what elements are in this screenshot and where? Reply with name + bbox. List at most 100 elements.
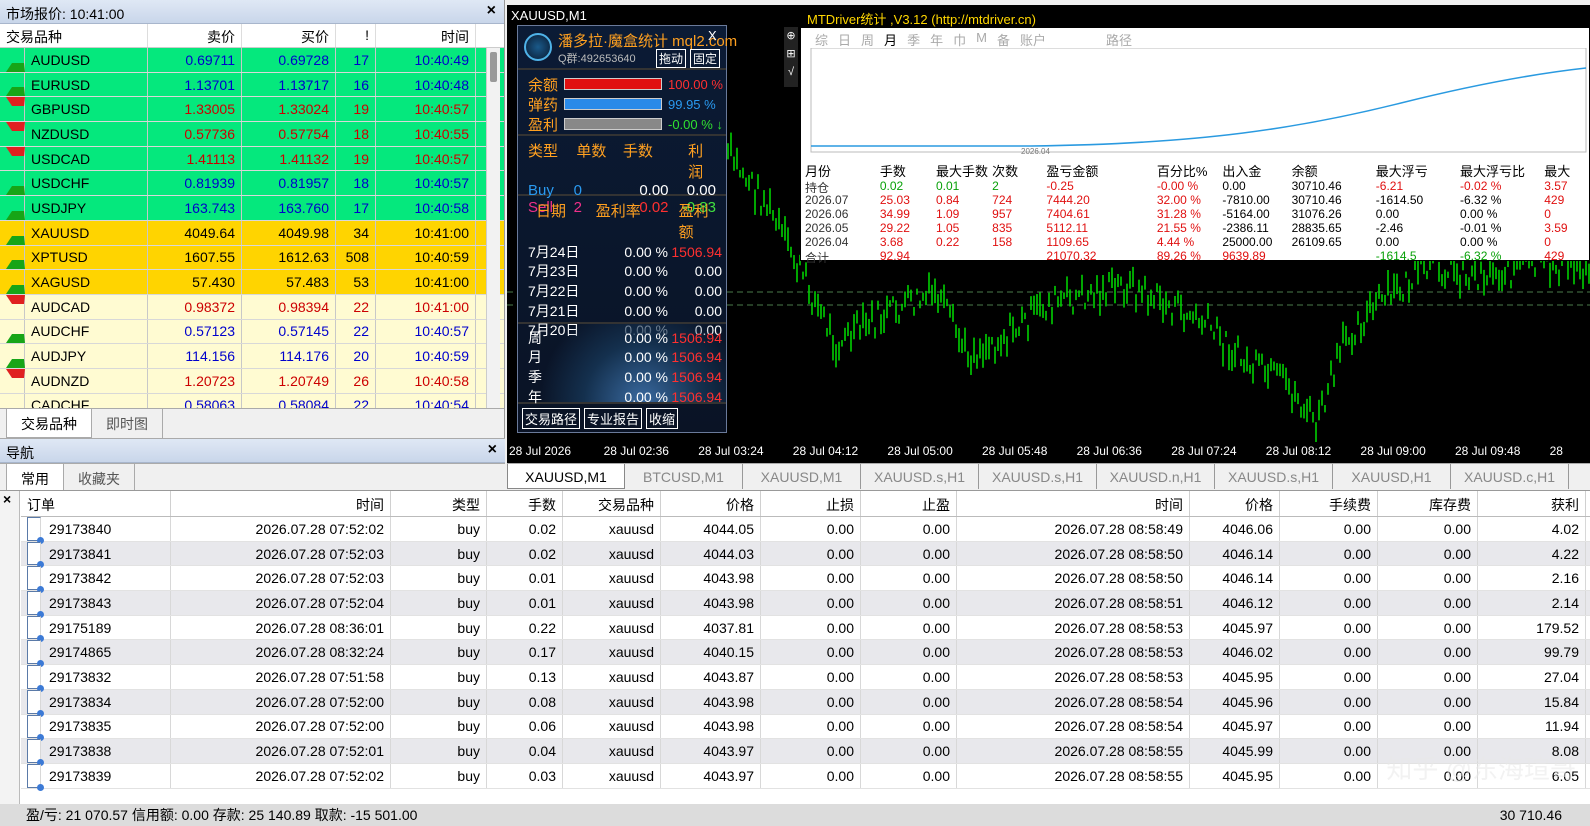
col-commission[interactable]: 手续费 [1280,491,1378,516]
col-swap[interactable]: 库存费 [1378,491,1478,516]
stats-period-tab[interactable]: 综 [815,30,828,49]
col-profit[interactable]: 获利 [1478,491,1586,516]
quote-ask: 4049.98 [242,220,336,245]
col-ask[interactable]: 买价 [242,24,336,47]
scroll-thumb[interactable] [490,52,497,82]
stats-period-tab[interactable]: 季 [907,30,920,49]
chart-tab[interactable]: XAUUSD.c,H1 [1451,464,1569,489]
col-lots[interactable]: 手数 [487,491,563,516]
chart-side-tools[interactable]: ⊕ ⊞ √ [784,27,798,87]
trade-row[interactable]: 29174865 2026.07.28 08:32:24 buy 0.17 xauusd… [21,640,1590,667]
trade-row[interactable]: 29173832 2026.07.28 07:51:58 buy 0.13 xauusd… [21,665,1590,692]
col-close-time[interactable]: 时间 [957,491,1190,516]
stats-period-tab[interactable]: 巾 [953,30,966,49]
trade-cell-text: buy [457,668,480,685]
collapse-button[interactable]: 收缩 [646,408,679,429]
chart-tab[interactable]: XAUUSD,M1 [507,464,625,489]
quote-symbol-text: XAUUSD [31,224,90,241]
trade-row[interactable]: 29175189 2026.07.28 08:36:01 buy 0.22 xauusd… [21,615,1590,643]
stats-period-tab[interactable]: 月 [884,30,897,49]
trade-row[interactable]: 29173838 2026.07.28 07:52:01 buy 0.04 xauusd… [21,739,1590,766]
col-open-price[interactable]: 价格 [661,491,761,516]
overlay-daily: 日期 盈利率 盈利额 7月24日 0.00 % 1506.94 7月23日 0.00 %… [518,196,726,338]
quote-row[interactable]: USDCHF 0.81939 0.81957 18 10:40:57 [0,171,504,197]
trade-row[interactable]: 29173841 2026.07.28 07:52:03 buy 0.02 xauusd… [21,541,1590,569]
chart-tab[interactable]: XAUUSD.n,H1 [1097,464,1215,489]
chart-tab[interactable]: XAUUSD,M1 [743,464,861,489]
drag-button[interactable]: 拖动 [656,49,687,68]
expand-icon[interactable]: ⊕ [784,27,798,45]
quote-row[interactable]: AUDCAD 0.98372 0.98394 22 10:41:00 [0,294,504,320]
quote-row[interactable]: AUDNZD 1.20723 1.20749 26 10:40:58 [0,368,504,394]
quote-row[interactable]: XPTUSD 1607.55 1612.63 508 10:40:59 [0,245,504,271]
trade-row[interactable]: 29173840 2026.07.28 07:52:02 buy 0.02 xauusd… [21,517,1590,544]
col-order[interactable]: 订单 [21,491,171,516]
overlay-buttons: 交易路径 专业报告 收缩 [518,404,726,433]
col-type[interactable]: 类型 [391,491,487,516]
quote-ask: 0.81957 [242,171,336,196]
col-bid[interactable]: 卖价 [148,24,242,47]
col-sl[interactable]: 止损 [761,491,861,516]
col-spread[interactable]: ! [336,24,376,47]
stats-period-tab[interactable]: 备 [997,30,1010,49]
stats-period-tab[interactable]: 周 [861,30,874,49]
trade-row[interactable]: 29173843 2026.07.28 07:52:04 buy 0.01 xauusd… [21,591,1590,618]
close-icon[interactable]: X [708,28,717,43]
close-icon[interactable]: × [3,491,11,507]
trade-cell: 0.00 [1378,591,1478,615]
stats-total-row: 合计 92.94 21070.32 89.26 % 9639.89 -1614.5 -6.3… [801,249,1590,263]
check-icon[interactable]: √ [784,63,798,81]
quote-row[interactable]: XAUUSD 4049.64 4049.98 34 10:41:00 [0,220,504,246]
trade-row[interactable]: 29173839 2026.07.28 07:52:02 buy 0.03 xauusd… [21,763,1590,791]
tab-common[interactable]: 常用 [6,464,64,491]
stats-period-tab[interactable]: 账户 [1020,30,1046,49]
stats-cell: 0.22 [936,235,960,249]
stats-cell: 29.22 [879,221,910,235]
tab-tick-chart[interactable]: 即时图 [92,409,163,438]
quote-row[interactable]: EURUSD 1.13701 1.13717 16 10:40:48 [0,72,504,98]
close-icon[interactable]: × [487,2,496,20]
quote-row[interactable]: AUDJPY 114.156 114.176 20 10:40:59 [0,344,504,369]
trade-row[interactable]: 29173835 2026.07.28 07:52:00 buy 0.06 xauusd… [21,714,1590,741]
trade-cell: 2026.07.28 07:52:00 [171,689,391,714]
trade-cell-text: 4045.96 [1222,693,1273,710]
quote-row[interactable]: AUDCHF 0.57123 0.57145 22 10:40:57 [0,319,504,345]
quote-row[interactable]: USDCAD 1.41113 1.41132 19 10:40:57 [0,146,504,172]
overlay-day-label: 季 [528,368,542,385]
col-open-time[interactable]: 时间 [171,491,391,516]
quote-row[interactable]: AUDUSD 0.69711 0.69728 17 10:40:49 [0,48,504,73]
col-symbol[interactable]: 交易品种 [0,24,148,47]
col-time[interactable]: 时间 [376,24,476,47]
chart-tab[interactable]: XAUUSD.s,H1 [1215,464,1333,489]
quote-row[interactable]: USDJPY 163.743 163.760 17 10:40:58 [0,196,504,221]
stats-cell: 3.57 [1544,179,1568,193]
col-close-price[interactable]: 价格 [1190,491,1280,516]
pin-button[interactable]: 固定 [690,49,721,68]
trade-row[interactable]: 29173834 2026.07.28 07:52:00 buy 0.08 xauusd… [21,689,1590,717]
tab-favorites[interactable]: 收藏夹 [64,464,135,491]
grid-icon[interactable]: ⊞ [784,45,798,63]
trade-cell: 4046.14 [1190,541,1280,566]
pro-report-button[interactable]: 专业报告 [584,408,643,429]
quote-row[interactable]: NZDUSD 0.57736 0.57754 18 10:40:55 [0,122,504,147]
col-tp[interactable]: 止盈 [861,491,957,516]
trade-cell-text: 4045.95 [1222,767,1273,784]
quote-row[interactable]: GBPUSD 1.33005 1.33024 19 10:40:57 [0,97,504,123]
col-symbol[interactable]: 交易品种 [563,491,661,516]
stats-period-tab[interactable]: 日 [838,30,851,49]
chart-tab[interactable]: BTCUSD,M1 [625,464,743,489]
trade-cell: 4043.98 [661,591,761,615]
trade-path-button[interactable]: 交易路径 [522,408,581,429]
chart-tab[interactable]: XAUUSD.s,H1 [861,464,979,489]
trade-row[interactable]: 29173842 2026.07.28 07:52:03 buy 0.01 xauusd… [21,566,1590,593]
stats-period-tab[interactable]: 年 [930,30,943,49]
terminal-rows: 29173840 2026.07.28 07:52:02 buy 0.02 xauusd… [0,517,1590,791]
chart-tab[interactable]: XAUUSD,H1 [1333,464,1451,489]
chart-tab[interactable]: XAUUSD.s,H1 [979,464,1097,489]
stats-period-tab[interactable]: 路径 [1106,30,1132,49]
scrollbar[interactable] [486,48,500,408]
stats-period-tab[interactable]: M [976,30,987,49]
tab-symbols[interactable]: 交易品种 [6,409,92,438]
close-icon[interactable]: × [488,441,497,459]
quote-row[interactable]: XAGUSD 57.430 57.483 53 10:41:00 [0,270,504,295]
